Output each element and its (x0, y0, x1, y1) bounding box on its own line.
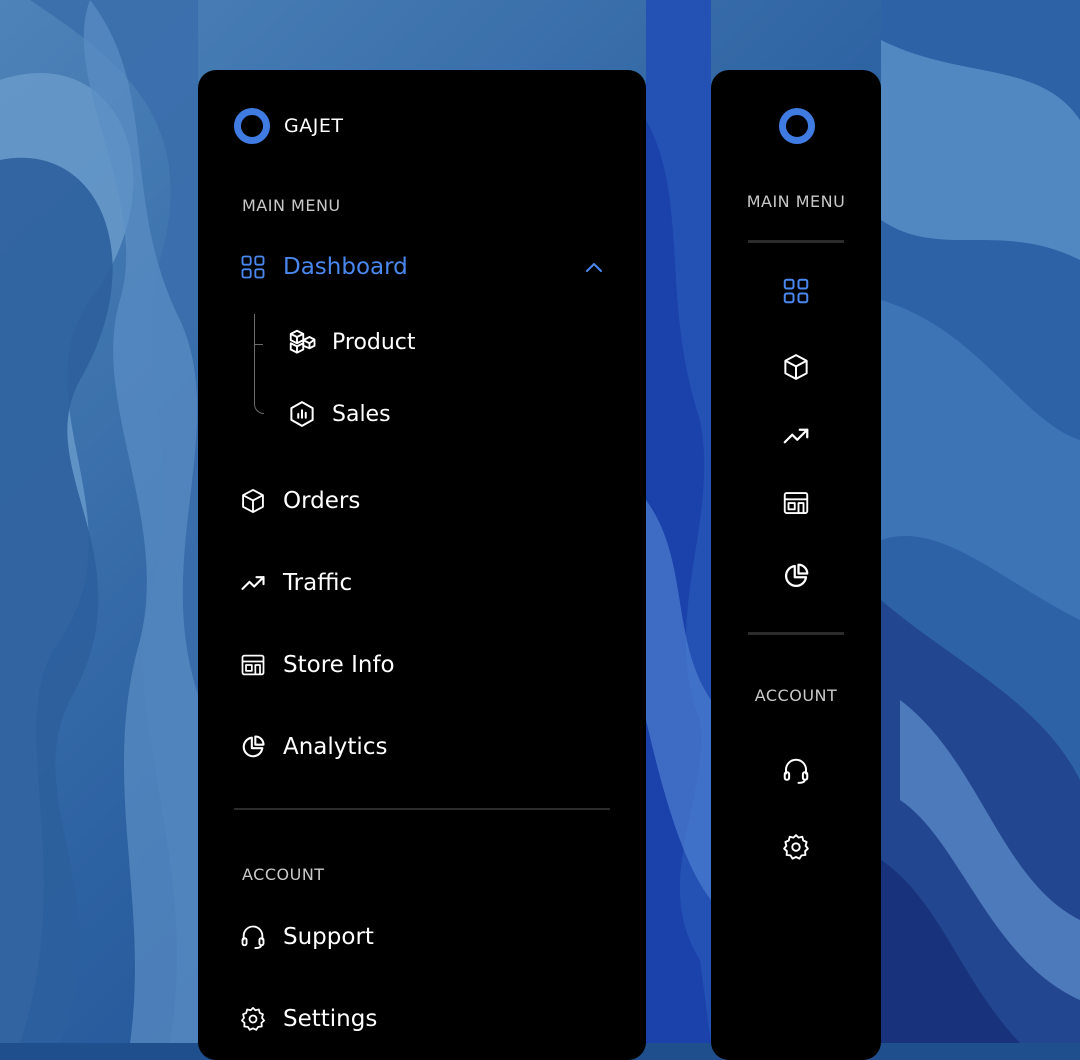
submenu-tree-line (254, 314, 264, 414)
grid-icon[interactable] (778, 273, 814, 309)
gear-icon[interactable] (778, 829, 814, 865)
pie-chart-icon (238, 732, 268, 762)
expanded-sidebar: GAJET MAIN MENU Dashboard Product Sales … (198, 70, 646, 1060)
submenu-item-product[interactable]: Product (286, 326, 416, 358)
nav-item-store-info[interactable]: Store Info (238, 650, 395, 680)
brand-name: GAJET (284, 115, 344, 137)
submenu-item-label: Product (332, 329, 416, 355)
collapsed-sidebar: MAIN MENU ACCOUNT (711, 70, 881, 1060)
divider (234, 808, 610, 810)
nav-item-label: Settings (283, 1006, 378, 1032)
logo-icon (234, 108, 270, 144)
nav-item-label: Orders (283, 488, 361, 514)
nav-item-label: Analytics (283, 734, 388, 760)
logo-icon[interactable] (779, 108, 815, 144)
divider (748, 632, 844, 635)
nav-item-label: Dashboard (283, 254, 408, 280)
account-label: ACCOUNT (242, 865, 325, 884)
chevron-up-icon[interactable] (582, 256, 606, 280)
headset-icon[interactable] (778, 753, 814, 789)
submenu-item-sales[interactable]: Sales (286, 398, 391, 430)
nav-item-orders[interactable]: Orders (238, 486, 360, 516)
nav-item-label: Store Info (283, 652, 395, 678)
cube-icon (238, 486, 268, 516)
main-menu-label: MAIN MENU (242, 196, 341, 215)
nav-item-dashboard[interactable]: Dashboard (238, 252, 408, 282)
account-label: ACCOUNT (754, 686, 838, 705)
store-icon[interactable] (778, 485, 814, 521)
nav-item-label: Support (283, 924, 374, 950)
main-menu-label: MAIN MENU (746, 192, 846, 211)
grid-icon (238, 252, 268, 282)
submenu-item-label: Sales (332, 401, 391, 427)
trending-up-icon[interactable] (778, 418, 814, 454)
nav-item-traffic[interactable]: Traffic (238, 568, 352, 598)
nav-item-analytics[interactable]: Analytics (238, 732, 387, 762)
boxes-icon (286, 326, 318, 358)
nav-item-settings[interactable]: Settings (238, 1004, 377, 1034)
gear-icon (238, 1004, 268, 1034)
store-icon (238, 650, 268, 680)
cube-icon[interactable] (778, 349, 814, 385)
nav-item-support[interactable]: Support (238, 922, 374, 952)
pie-chart-icon[interactable] (778, 558, 814, 594)
submenu-tree-tick (254, 344, 263, 345)
divider (748, 240, 844, 243)
brand[interactable]: GAJET (234, 108, 343, 144)
headset-icon (238, 922, 268, 952)
trending-up-icon (238, 568, 268, 598)
nav-item-label: Traffic (283, 570, 353, 596)
hexagon-chart-icon (286, 398, 318, 430)
